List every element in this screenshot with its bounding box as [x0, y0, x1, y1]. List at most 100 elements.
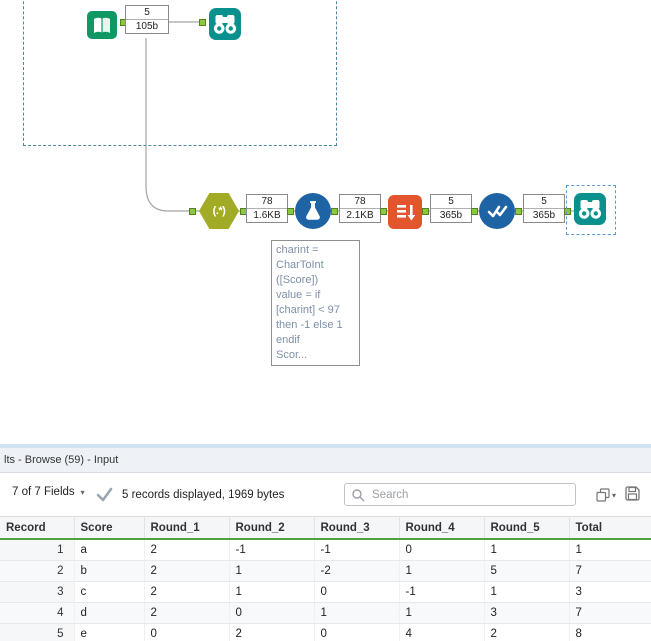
column-header[interactable]: Round_3	[314, 516, 400, 540]
search-input[interactable]	[370, 487, 564, 502]
table-row: 5 e 0 2 0 4 2 8	[0, 623, 651, 641]
cell: 1	[484, 581, 570, 603]
copy-options-button[interactable]: ▾	[594, 486, 616, 504]
data-quality-toggle[interactable]	[96, 487, 113, 507]
table-row: 4 d 2 0 1 1 3 7	[0, 602, 651, 624]
input-anchor	[287, 208, 294, 215]
cell: d	[74, 602, 145, 624]
record-cell: 2	[0, 560, 75, 582]
binoculars-icon	[574, 193, 606, 225]
cell: 2	[144, 560, 230, 582]
record-cell: 1	[0, 539, 75, 561]
record-cell: 3	[0, 581, 75, 603]
cell: 7	[569, 602, 651, 624]
input-anchor	[471, 208, 478, 215]
cell: 1	[484, 539, 570, 561]
tool-container-box[interactable]	[23, 0, 337, 146]
header-row: Record Score Round_1 Round_2 Round_3 Rou…	[0, 516, 651, 540]
record-count: 78	[354, 196, 366, 207]
table-row: 3 c 2 1 0 -1 1 3	[0, 581, 651, 603]
connection-annotation[interactable]: 78 2.1KB	[339, 194, 381, 223]
record-cell: 4	[0, 602, 75, 624]
save-button[interactable]	[624, 485, 641, 502]
column-header[interactable]: Total	[569, 516, 651, 540]
record-cell: 5	[0, 623, 75, 641]
results-panel: lts - Browse (59) - Input 7 of 7 Fields …	[0, 444, 651, 641]
cell: c	[74, 581, 145, 603]
cell: 7	[569, 560, 651, 582]
cell: 2	[484, 623, 570, 641]
input-anchor	[189, 208, 196, 215]
save-icon	[625, 486, 640, 501]
cell: 8	[569, 623, 651, 641]
tooltip-line: ([Score])	[276, 274, 319, 286]
connection-annotation[interactable]: 5 365b	[430, 194, 472, 223]
summarize-icon	[397, 205, 416, 221]
tooltip-line: endif	[276, 334, 300, 346]
cell: -2	[314, 560, 400, 582]
alteryx-window: 5 105b (.*) 78 1.6KB 78 2.1KB 5 365b 5 3…	[0, 0, 651, 641]
column-header[interactable]: Round_2	[229, 516, 315, 540]
column-header[interactable]: Round_1	[144, 516, 230, 540]
summarize-tool[interactable]	[388, 195, 422, 229]
workflow-canvas[interactable]: 5 105b (.*) 78 1.6KB 78 2.1KB 5 365b 5 3…	[0, 0, 651, 444]
data-size: 1.6KB	[247, 208, 287, 222]
cell: 1	[399, 560, 485, 582]
book-icon	[87, 11, 117, 39]
tooltip-line: [charint] < 97	[276, 304, 340, 316]
browse-tool[interactable]	[207, 6, 243, 42]
output-anchor	[422, 208, 429, 215]
flask-icon	[306, 201, 320, 220]
cell: 2	[229, 623, 315, 641]
fields-dropdown-label: 7 of 7 Fields	[12, 486, 75, 498]
input-anchor	[380, 208, 387, 215]
input-anchor	[199, 19, 206, 26]
connection-annotation[interactable]: 78 1.6KB	[246, 194, 288, 223]
column-header[interactable]: Round_4	[399, 516, 485, 540]
cell: -1	[399, 581, 485, 603]
cell: 1	[229, 581, 315, 603]
cell: 4	[399, 623, 485, 641]
cell: b	[74, 560, 145, 582]
check-icon	[96, 487, 113, 502]
tooltip-line: charint =	[276, 244, 319, 256]
cell: 1	[314, 602, 400, 624]
search-box[interactable]	[344, 483, 576, 506]
record-count: 78	[261, 196, 273, 207]
chevron-down-icon: ▾	[612, 490, 617, 500]
output-anchor	[515, 208, 522, 215]
results-table: Record Score Round_1 Round_2 Round_3 Rou…	[0, 516, 651, 641]
column-header[interactable]: Record	[0, 516, 75, 540]
cell: 3	[484, 602, 570, 624]
double-check-icon	[487, 205, 508, 218]
records-displayed-label: 5 records displayed, 1969 bytes	[122, 489, 285, 501]
data-size: 365b	[431, 208, 471, 222]
formula-tool[interactable]	[295, 193, 331, 229]
column-header[interactable]: Round_5	[484, 516, 570, 540]
cell: 0	[314, 581, 400, 603]
cell: 5	[484, 560, 570, 582]
cell: 1	[229, 560, 315, 582]
copy-icon	[596, 488, 610, 502]
cell: -1	[229, 539, 315, 561]
cell: 1	[569, 539, 651, 561]
search-icon	[352, 488, 365, 501]
cell: 3	[569, 581, 651, 603]
connection-annotation[interactable]: 5 365b	[523, 194, 565, 223]
column-header[interactable]: Score	[74, 516, 145, 540]
input-data-tool[interactable]	[84, 7, 120, 43]
record-count: 5	[144, 7, 150, 18]
fields-dropdown[interactable]: 7 of 7 Fields ▾	[12, 486, 85, 498]
cell: a	[74, 539, 145, 561]
data-size: 365b	[524, 208, 564, 222]
cell: 2	[144, 539, 230, 561]
cell: 2	[144, 602, 230, 624]
record-count: 5	[448, 196, 454, 207]
record-count: 5	[541, 196, 547, 207]
formula-tooltip: charint = CharToInt ([Score]) value = if…	[271, 240, 360, 366]
unique-tool[interactable]	[479, 193, 515, 229]
browse-tool-selected[interactable]	[572, 191, 608, 227]
tooltip-line: value = if	[276, 289, 321, 301]
connection-annotation[interactable]: 5 105b	[125, 5, 169, 34]
regex-tool[interactable]: (.*)	[199, 193, 239, 229]
